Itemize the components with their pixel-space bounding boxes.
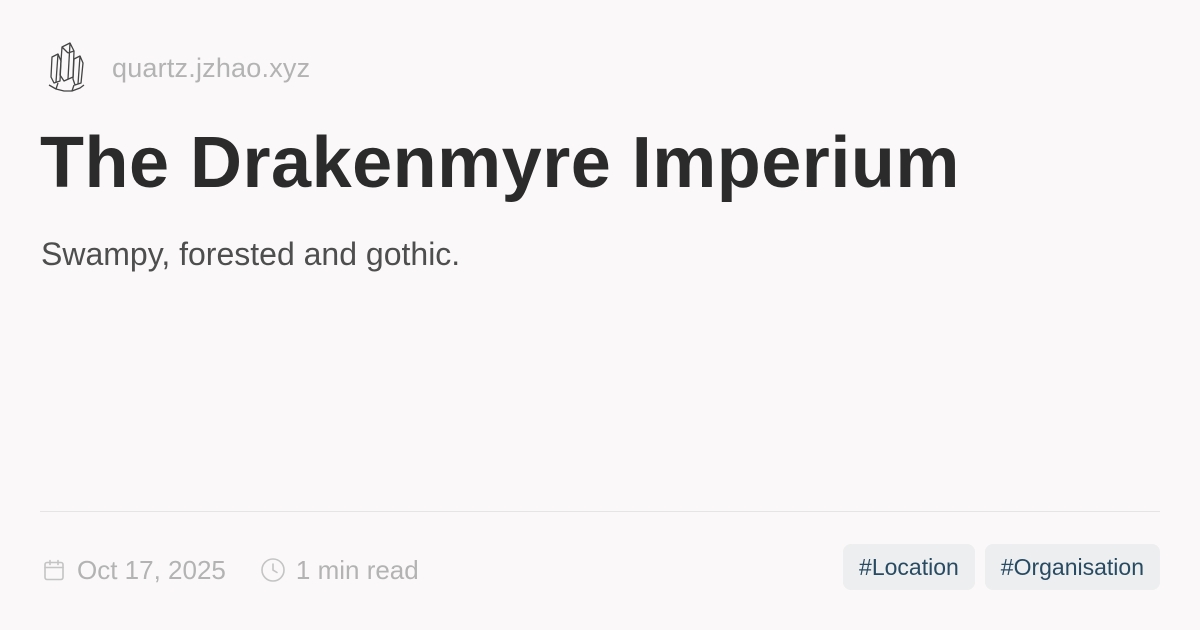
calendar-icon	[41, 557, 67, 583]
date-meta: Oct 17, 2025	[41, 555, 226, 586]
tag-organisation[interactable]: #Organisation	[984, 544, 1160, 590]
crystal-logo-icon	[44, 40, 88, 96]
site-domain[interactable]: quartz.jzhao.xyz	[112, 53, 310, 84]
reading-time: 1 min read	[295, 554, 419, 585]
site-header: quartz.jzhao.xyz	[44, 40, 310, 96]
page-description: Swampy, forested and gothic.	[41, 236, 461, 272]
divider	[40, 511, 1160, 512]
reading-time-meta: 1 min read	[260, 555, 419, 586]
tag-location[interactable]: #Location	[843, 544, 975, 590]
meta-row: Oct 17, 2025 1 min read	[41, 550, 419, 590]
page-title: The Drakenmyre Imperium	[40, 123, 960, 203]
tag-list: #Location #Organisation	[843, 544, 1160, 590]
clock-icon	[260, 557, 286, 583]
og-card: quartz.jzhao.xyz The Drakenmyre Imperium…	[0, 0, 1200, 630]
publish-date: Oct 17, 2025	[77, 554, 226, 585]
